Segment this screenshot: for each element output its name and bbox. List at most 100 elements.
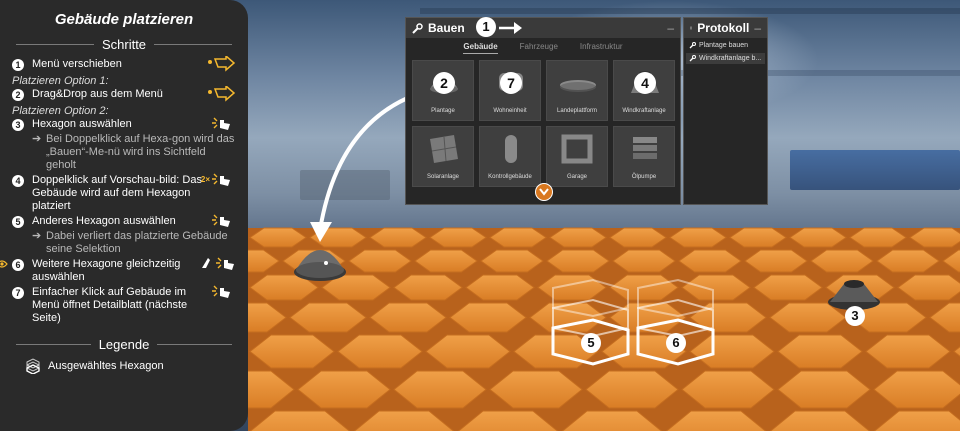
badge-3: 3 bbox=[845, 306, 865, 326]
tile-label: Wohneinheit bbox=[493, 108, 527, 114]
badge-2: 2 bbox=[433, 72, 455, 94]
legend-heading: Legende bbox=[16, 337, 232, 352]
bauen-window[interactable]: Bauen – 1 Gebäude Fahrzeuge Infrastruktu… bbox=[405, 17, 681, 205]
divider bbox=[157, 344, 232, 345]
step-4: 4 Doppelklick auf Vorschau-bild: Das Geb… bbox=[12, 173, 236, 213]
badge-5: 5 bbox=[581, 333, 601, 353]
platform-icon bbox=[560, 80, 596, 92]
badge-6: 6 bbox=[666, 333, 686, 353]
tile-label: Plantage bbox=[431, 108, 455, 114]
divider bbox=[154, 44, 233, 45]
protokoll-minimize-button[interactable]: – bbox=[754, 21, 761, 35]
tile-label: Solaranlage bbox=[426, 174, 460, 180]
wrench-icon bbox=[689, 55, 696, 62]
stacked-hexagon-icon bbox=[26, 358, 40, 374]
protokoll-window[interactable]: Protokoll – Plantage bauen Windkraftanla… bbox=[683, 17, 768, 205]
badge-4: 4 bbox=[634, 72, 656, 94]
scroll-down-button[interactable] bbox=[535, 183, 553, 201]
tile-windkraftanlage[interactable]: 4 Windkraftanlage bbox=[613, 60, 675, 121]
step-3-note: ➔ Bei Doppelklick auf Hexa-gon wird das … bbox=[32, 133, 236, 172]
drag-gesture-icon bbox=[208, 56, 236, 72]
step-5-note: ➔ Dabei verliert das platzierte Gebäude … bbox=[32, 230, 236, 256]
step-number: 5 bbox=[12, 216, 24, 228]
step-text: Hexagon auswählen bbox=[32, 118, 132, 130]
wrench-icon bbox=[412, 22, 423, 34]
legend-selected-hexagon: Ausgewähltes Hexagon bbox=[26, 358, 236, 374]
tile-label: Garage bbox=[566, 174, 587, 180]
badge-7: 7 bbox=[500, 72, 522, 94]
note-text: Dabei verliert das platzierte Gebäude se… bbox=[46, 230, 228, 255]
step-2: 2 Drag&Drop aus dem Menü bbox=[12, 86, 236, 102]
bauen-tabs: Gebäude Fahrzeuge Infrastruktur bbox=[406, 42, 680, 54]
step-number: 7 bbox=[12, 287, 24, 299]
step-7: 7 Einfacher Klick auf Gebäude im Menü öf… bbox=[12, 285, 236, 325]
drag-gesture-icon bbox=[208, 86, 236, 102]
tap-gesture-icon bbox=[212, 214, 230, 227]
tile-landeplattform[interactable]: Landeplattform bbox=[546, 60, 608, 121]
instruction-panel: Gebäude platzieren Schritte 1 Menü versc… bbox=[0, 0, 248, 431]
protokoll-title-bar[interactable]: Protokoll – bbox=[684, 18, 767, 38]
step-5: 5 Anderes Hexagon auswählen bbox=[12, 214, 236, 228]
frame-icon bbox=[561, 134, 593, 164]
list-icon bbox=[690, 26, 693, 30]
tile-label: Landeplattform bbox=[556, 108, 598, 114]
protokoll-item-selected[interactable]: Windkraftanlage b... bbox=[686, 53, 765, 64]
tile-solaranlage[interactable]: Solaranlage bbox=[412, 126, 474, 187]
step-1: 1 Menü verschieben bbox=[12, 56, 236, 72]
steps-heading: Schritte bbox=[16, 37, 233, 52]
double-tap-gesture-icon bbox=[212, 173, 230, 186]
tab-fahrzeuge[interactable]: Fahrzeuge bbox=[520, 42, 558, 54]
tower-icon bbox=[505, 135, 517, 163]
tile-plantage[interactable]: 2 Plantage bbox=[412, 60, 474, 121]
arrow-right-icon: ➔ bbox=[32, 133, 42, 145]
step-text: Weitere Hexagone gleichzeitig auswählen bbox=[32, 258, 181, 283]
move-arrow-icon bbox=[499, 22, 522, 34]
tile-label: Windkraftanlage bbox=[622, 108, 666, 114]
step-6: 6 Weitere Hexagone gleichzeitig auswähle… bbox=[0, 257, 236, 284]
step-text: Drag&Drop aus dem Menü bbox=[32, 88, 163, 100]
tab-infrastruktur[interactable]: Infrastruktur bbox=[580, 42, 623, 54]
option-1-label: Platzieren Option 1: bbox=[12, 75, 109, 87]
tile-wohneinheit[interactable]: 7 Wohneinheit bbox=[479, 60, 541, 121]
wrench-icon bbox=[689, 42, 696, 49]
tile-garage[interactable]: Garage bbox=[546, 126, 608, 187]
protokoll-title: Protokoll bbox=[697, 21, 750, 35]
protokoll-item-text: Plantage bauen bbox=[699, 42, 749, 49]
step-text: Menü verschieben bbox=[32, 58, 122, 70]
arrow-right-icon: ➔ bbox=[32, 230, 42, 242]
badge-1: 1 bbox=[476, 17, 496, 37]
step-text: Doppelklick auf Vorschau-bild: Das Gebäu… bbox=[32, 174, 202, 212]
step-3: 3 Hexagon auswählen bbox=[12, 117, 236, 131]
step-number: 1 bbox=[12, 59, 24, 71]
divider bbox=[16, 344, 91, 345]
step-number: 4 bbox=[12, 175, 24, 187]
tap-gesture-icon bbox=[212, 285, 230, 298]
multi-tap-gesture-icon bbox=[202, 257, 234, 270]
bauen-title: Bauen bbox=[428, 21, 465, 35]
tap-gesture-icon bbox=[212, 117, 230, 130]
eye-icon bbox=[0, 260, 8, 268]
step-number: 2 bbox=[12, 89, 24, 101]
bauen-minimize-button[interactable]: – bbox=[667, 21, 674, 35]
note-text: Bei Doppelklick auf Hexa-gon wird das „B… bbox=[46, 133, 235, 171]
panel-title: Gebäude platzieren bbox=[54, 11, 194, 28]
roof-beam bbox=[420, 8, 960, 14]
steps-heading-text: Schritte bbox=[101, 37, 147, 52]
step-number: 6 bbox=[12, 259, 24, 271]
protokoll-item-text: Windkraftanlage b... bbox=[699, 55, 762, 62]
stack-icon bbox=[633, 137, 657, 159]
tile-label: Ölpumpe bbox=[631, 174, 657, 180]
option-2-label: Platzieren Option 2: bbox=[12, 105, 109, 117]
step-text: Einfacher Klick auf Gebäude im Menü öffn… bbox=[32, 286, 188, 324]
tile-label: Kontrollgebäude bbox=[488, 174, 532, 180]
divider bbox=[16, 44, 94, 45]
building-grid: 2 Plantage 7 Wohneinheit Landeplattform … bbox=[406, 54, 680, 187]
background-container bbox=[790, 150, 960, 190]
chevron-down-icon bbox=[539, 188, 549, 196]
tile-kontrollgebaeude[interactable]: Kontrollgebäude bbox=[479, 126, 541, 187]
tab-gebaeude[interactable]: Gebäude bbox=[463, 42, 498, 54]
protokoll-item[interactable]: Plantage bauen bbox=[686, 40, 765, 51]
tile-oelpumpe[interactable]: Ölpumpe bbox=[613, 126, 675, 187]
step-text: Anderes Hexagon auswählen bbox=[32, 215, 176, 227]
bauen-title-bar[interactable]: Bauen – bbox=[406, 18, 680, 38]
